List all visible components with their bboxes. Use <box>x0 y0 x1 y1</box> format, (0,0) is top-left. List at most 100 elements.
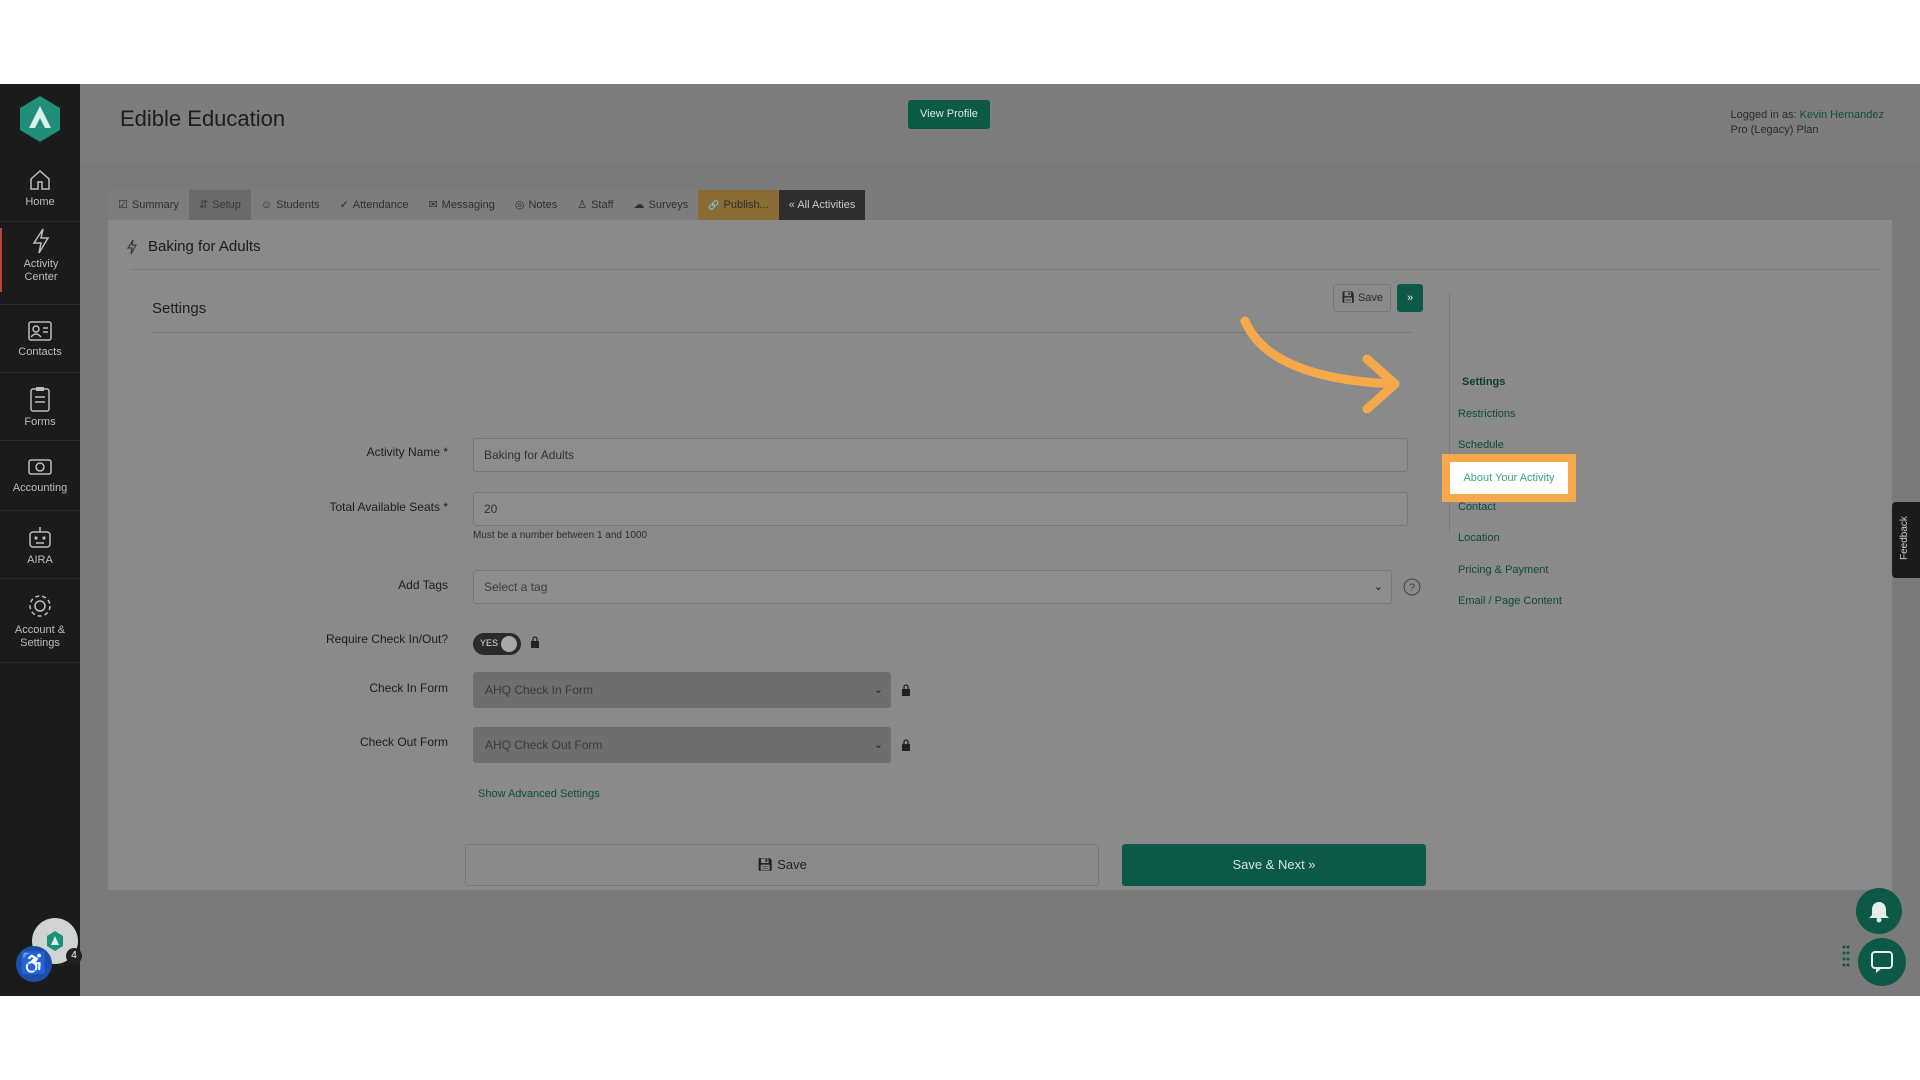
sidebar-item-contacts[interactable]: Contacts <box>0 318 80 359</box>
divider <box>130 269 1880 270</box>
check-in-form-value: AHQ Check In Form <box>485 683 594 697</box>
page-title: Edible Education <box>120 106 286 131</box>
sidebar-item-label: Home <box>25 196 55 208</box>
check-out-form-select[interactable]: AHQ Check Out Form ⌄ <box>473 727 891 763</box>
lock-icon <box>902 739 910 751</box>
gear-icon <box>29 595 51 617</box>
total-seats-input[interactable]: 20 <box>473 492 1408 526</box>
tab-messaging[interactable]: ✉ Messaging <box>418 190 505 220</box>
tab-label: Summary <box>131 199 179 211</box>
lock-icon <box>902 684 910 696</box>
tab-publish[interactable]: 🔗 Publish... <box>698 190 779 220</box>
show-advanced-settings-link[interactable]: Show Advanced Settings <box>478 788 600 800</box>
side-menu-location[interactable]: Location <box>1458 532 1500 544</box>
tab-label: Staff <box>591 199 614 211</box>
contacts-icon <box>28 321 52 341</box>
chat-icon <box>1871 951 1893 973</box>
tab-label: Setup <box>212 199 241 211</box>
tab-surveys[interactable]: ☁ Surveys <box>623 190 699 220</box>
bottom-save-button[interactable]: 💾︎ Save <box>465 844 1099 886</box>
tab-notes[interactable]: ◎ Notes <box>504 190 568 220</box>
check-in-form-select[interactable]: AHQ Check In Form ⌄ <box>473 672 891 708</box>
save-button[interactable]: 💾︎ Save <box>1333 284 1391 312</box>
help-icon[interactable]: ? <box>1403 578 1421 596</box>
staff-icon: ♙ <box>577 199 588 211</box>
feedback-tab[interactable]: Feedback <box>1892 502 1920 578</box>
tab-setup[interactable]: ⇵ Setup <box>188 190 251 220</box>
sidebar-item-activity-center[interactable]: Activity Center <box>0 228 80 292</box>
forms-icon <box>30 387 50 412</box>
tab-attendance[interactable]: ✓ Attendance <box>329 190 419 220</box>
check-in-form-label: Check In Form <box>369 681 448 695</box>
activity-panel: Baking for Adults Settings 💾︎ Save » Act… <box>108 220 1892 890</box>
accessibility-icon[interactable]: ♿ <box>16 946 52 982</box>
notifications-button[interactable] <box>1856 888 1902 934</box>
sidebar-item-label: AIRA <box>27 554 53 566</box>
notification-count-badge: 4 <box>66 948 82 964</box>
side-menu-settings[interactable]: Settings <box>1462 376 1505 388</box>
app-logo[interactable] <box>18 94 62 144</box>
tab-label: Publish... <box>723 199 769 211</box>
home-icon <box>30 169 50 190</box>
total-seats-help: Must be a number between 1 and 1000 <box>473 530 648 541</box>
chevron-down-icon: ⌄ <box>873 739 883 751</box>
tab-students[interactable]: ☺ Students <box>250 190 330 220</box>
tab-summary[interactable]: ☑ Summary <box>108 190 189 220</box>
chevron-down-icon: ⌄ <box>873 684 883 696</box>
logged-in-label: Logged in as: <box>1730 109 1797 121</box>
sidebar-item-home[interactable]: Home <box>0 168 80 209</box>
require-check-toggle[interactable]: YES <box>473 633 521 655</box>
sidebar: Home Activity Center Contacts Forms Acco… <box>0 84 82 996</box>
tab-label: Notes <box>528 199 558 211</box>
tab-label: « All Activities <box>788 199 856 211</box>
sidebar-item-aira[interactable]: AIRA <box>0 524 80 567</box>
chat-button[interactable] <box>1858 938 1906 986</box>
login-info: Logged in as: Kevin Hernandez Pro (Legac… <box>1730 108 1884 138</box>
tab-staff[interactable]: ♙ Staff <box>567 190 624 220</box>
sidebar-item-label: Accounting <box>12 482 68 494</box>
summary-icon: ☑ <box>118 199 128 211</box>
toggle-knob <box>501 636 517 652</box>
save-label: Save <box>1357 292 1384 304</box>
logged-in-user-link[interactable]: Kevin Hernandez <box>1800 109 1884 121</box>
lock-icon <box>531 636 539 648</box>
side-menu-email-page-content[interactable]: Email / Page Content <box>1458 595 1562 607</box>
tab-all-activities[interactable]: « All Activities <box>778 190 866 220</box>
divider <box>152 332 1412 333</box>
highlight-frame: About Your Activity <box>1442 454 1576 502</box>
nav-divider <box>0 662 80 663</box>
save-next-button[interactable]: Save & Next » <box>1122 844 1426 886</box>
app-frame: Home Activity Center Contacts Forms Acco… <box>0 84 1920 996</box>
sidebar-item-forms[interactable]: Forms <box>0 386 80 429</box>
annotation-arrow-icon <box>1240 316 1400 414</box>
lightning-icon <box>32 228 50 254</box>
sidebar-item-account-settings[interactable]: Account & Settings <box>0 592 80 650</box>
tab-label: Messaging <box>441 199 495 211</box>
check-out-form-value: AHQ Check Out Form <box>485 738 603 752</box>
side-menu-schedule[interactable]: Schedule <box>1458 439 1504 451</box>
nav-divider <box>0 578 80 579</box>
chevron-down-icon: ⌄ <box>1373 581 1383 593</box>
drag-handle-icon[interactable] <box>1842 944 1850 970</box>
side-menu-about-your-activity[interactable]: About Your Activity <box>1450 462 1568 494</box>
activity-name: Baking for Adults <box>148 238 261 255</box>
activity-name-label: Activity Name * <box>366 445 448 459</box>
side-menu-pricing-payment[interactable]: Pricing & Payment <box>1458 564 1548 576</box>
nav-divider <box>0 372 80 373</box>
view-profile-button[interactable]: View Profile <box>908 100 990 129</box>
feedback-label: Feedback <box>1899 516 1910 560</box>
page-header: Edible Education View Profile Logged in … <box>80 84 1920 162</box>
sidebar-item-label: Forms <box>24 416 56 428</box>
next-button[interactable]: » <box>1397 284 1423 312</box>
side-menu-contact[interactable]: Contact <box>1458 501 1496 513</box>
tab-label: Students <box>276 199 320 211</box>
sidebar-item-label: Account & Settings <box>14 624 66 649</box>
add-tags-select[interactable]: Select a tag ⌄ <box>473 570 1392 604</box>
activity-name-input[interactable]: Baking for Adults <box>473 438 1408 472</box>
sidebar-item-accounting[interactable]: Accounting <box>0 456 80 495</box>
attendance-icon: ✓ <box>339 199 349 211</box>
side-menu-restrictions[interactable]: Restrictions <box>1458 408 1515 420</box>
surveys-icon: ☁ <box>633 199 645 211</box>
sidebar-item-label: Contacts <box>18 346 62 358</box>
activity-title: Baking for Adults <box>126 238 261 255</box>
